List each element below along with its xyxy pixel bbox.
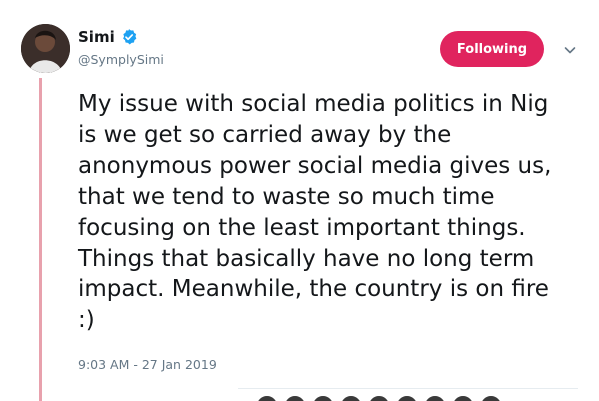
thread-line [39,78,42,401]
display-name[interactable]: Simi [78,28,115,46]
tweet-text: My issue with social media politics in N… [78,91,552,334]
user-handle[interactable]: @SymplySimi [78,52,164,67]
liker-avatar[interactable] [256,395,278,401]
liker-avatar[interactable] [340,395,362,401]
likers-row [256,395,502,401]
avatar-photo [21,24,70,73]
user-block: Simi @SymplySimi [78,26,164,67]
liker-avatar[interactable] [424,395,446,401]
liker-avatar[interactable] [480,395,502,401]
liker-avatar[interactable] [368,395,390,401]
liker-avatar[interactable] [452,395,474,401]
verified-badge-icon [120,28,138,46]
liker-avatar[interactable] [284,395,306,401]
avatar[interactable] [21,24,70,73]
following-button[interactable]: Following [440,31,544,67]
name-row: Simi [78,26,164,48]
divider [238,388,578,389]
chevron-down-icon[interactable] [563,42,577,56]
tweet-timestamp[interactable]: 9:03 AM - 27 Jan 2019 [78,357,217,372]
liker-avatar[interactable] [312,395,334,401]
liker-avatar[interactable] [396,395,418,401]
